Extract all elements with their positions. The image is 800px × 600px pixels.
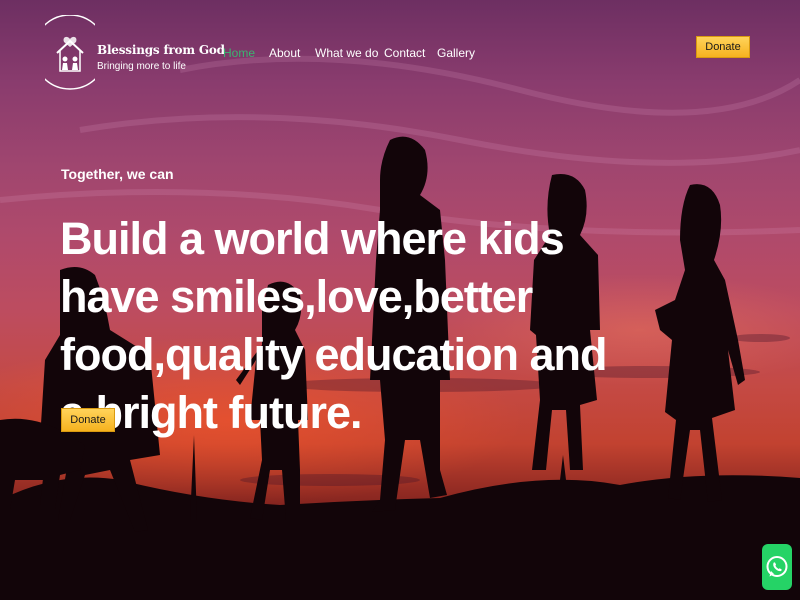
whatsapp-glyph-icon: [766, 556, 788, 577]
hero-donate-button[interactable]: Donate: [61, 408, 115, 432]
brand-tagline: Bringing more to life: [97, 61, 186, 72]
header-donate-button[interactable]: Donate: [696, 36, 750, 58]
nav-item-contact[interactable]: Contact: [384, 46, 425, 60]
nav-item-about[interactable]: About: [269, 46, 300, 60]
site-header: Blessings from God Bringing more to life…: [0, 0, 800, 100]
hero-headline: Build a world where kids have smiles,lov…: [60, 213, 608, 438]
site-logo[interactable]: Blessings from God Bringing more to life: [45, 15, 225, 91]
hero-eyebrow: Together, we can: [61, 166, 174, 182]
nav-item-what-we-do[interactable]: What we do: [315, 46, 378, 60]
whatsapp-icon[interactable]: [762, 544, 792, 590]
brand-name: Blessings from God: [97, 43, 225, 57]
house-family-icon: [45, 15, 95, 90]
nav-item-home[interactable]: Home: [223, 46, 255, 60]
nav-item-gallery[interactable]: Gallery: [437, 46, 475, 60]
